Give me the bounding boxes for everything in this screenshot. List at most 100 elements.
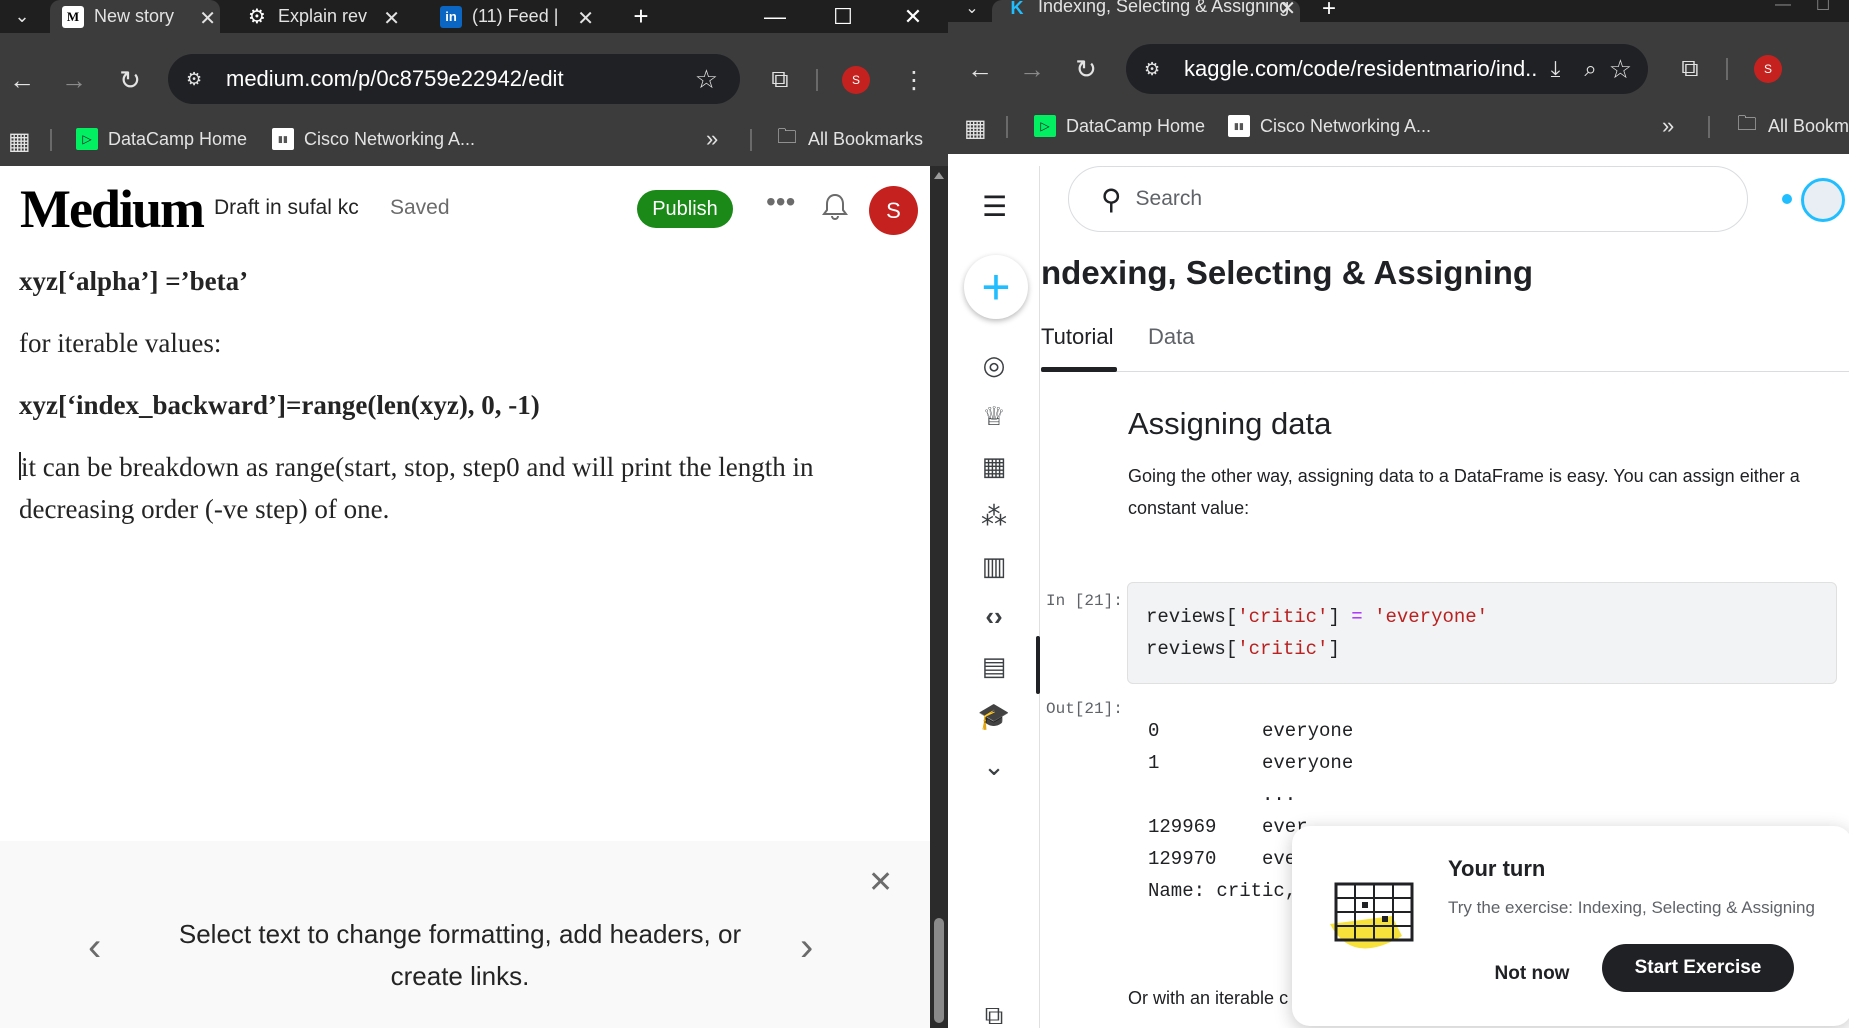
create-plus-icon[interactable]: + xyxy=(964,255,1028,319)
story-paragraph[interactable]: for iterable values: xyxy=(19,328,221,359)
search-placeholder: Search xyxy=(1135,187,1203,210)
datacamp-icon: ▷ xyxy=(1034,115,1056,137)
scroll-up-arrow-icon[interactable] xyxy=(934,172,944,179)
bookmark-label: Cisco Networking A... xyxy=(1260,115,1432,136)
all-bookmarks[interactable]: 🗀 All Bookm xyxy=(1736,113,1849,137)
close-hint-icon[interactable]: ✕ xyxy=(868,865,893,900)
menu-kebab-icon[interactable]: ⋮ xyxy=(896,62,932,98)
all-bookmarks[interactable]: 🗀 All Bookmarks xyxy=(776,126,923,150)
notifications-bell-icon[interactable] xyxy=(822,192,848,225)
new-tab-icon[interactable]: + xyxy=(1304,0,1354,22)
story-paragraph-with-cursor[interactable]: it can be breakdown as range(start, stop… xyxy=(19,446,909,530)
following-paragraph: Or with an iterable c xyxy=(1128,988,1289,1008)
more-bookmarks-icon[interactable]: » xyxy=(706,126,718,152)
code-icon[interactable]: ‹› xyxy=(974,596,1014,636)
install-app-icon[interactable]: ⤓ xyxy=(1551,56,1561,82)
bookmark-cisco[interactable]: ▮▮ Cisco Networking A... xyxy=(272,128,475,150)
profile-avatar[interactable]: S xyxy=(842,66,870,94)
profile-avatar[interactable]: S xyxy=(1754,55,1782,83)
apps-grid-icon[interactable]: ▦ xyxy=(964,114,987,143)
close-tab-icon[interactable]: ✕ xyxy=(383,6,400,31)
tab-tutorial[interactable]: Tutorial xyxy=(1041,324,1114,350)
linkedin-icon: in xyxy=(440,5,462,28)
browser-window-right: ⌄ K Indexing, Selecting & Assigning ✕ + … xyxy=(948,0,1849,1028)
bookmarks-bar: ▦ ▷ DataCamp Home ▮▮ Cisco Networking A.… xyxy=(948,102,1849,154)
tab-label: Indexing, Selecting & Assigning xyxy=(1038,0,1290,16)
new-tab-icon[interactable]: + xyxy=(616,0,666,33)
expand-more-icon[interactable]: ⌄ xyxy=(974,746,1014,786)
user-avatar[interactable]: S xyxy=(869,186,918,235)
back-icon[interactable]: ← xyxy=(4,62,40,98)
close-tab-icon[interactable]: ✕ xyxy=(1279,0,1296,21)
address-toolbar: ← → ↻ ⚙ medium.com/p/0c8759e22942/edit ☆… xyxy=(0,33,948,127)
close-tab-icon[interactable]: ✕ xyxy=(199,6,216,31)
next-hint-icon[interactable]: › xyxy=(800,925,813,970)
apps-grid-icon[interactable]: ▦ xyxy=(8,127,31,156)
compass-icon[interactable]: ◎ xyxy=(974,345,1014,385)
leaderboard-chart-icon[interactable]: ▥ xyxy=(974,546,1014,586)
story-paragraph-text[interactable]: it can be breakdown as range(start, stop… xyxy=(19,452,814,524)
start-exercise-button[interactable]: Start Exercise xyxy=(1602,944,1794,992)
bookmark-star-icon[interactable]: ☆ xyxy=(1609,54,1632,85)
not-now-button[interactable]: Not now xyxy=(1482,950,1582,998)
bookmark-datacamp[interactable]: ▷ DataCamp Home xyxy=(76,128,247,150)
publish-button[interactable]: Publish xyxy=(637,190,733,228)
page-scrollbar[interactable] xyxy=(930,166,948,1028)
code-cell[interactable]: reviews['critic'] = 'everyone' reviews['… xyxy=(1127,582,1837,684)
reload-icon[interactable]: ↻ xyxy=(1068,51,1104,87)
maximize-icon[interactable]: ☐ xyxy=(1798,0,1848,14)
trophy-icon[interactable]: ♕ xyxy=(974,396,1014,436)
copy-icon[interactable]: ⧉ xyxy=(974,996,1014,1028)
maximize-icon[interactable]: ☐ xyxy=(818,0,868,33)
input-prompt: In [21]: xyxy=(1046,592,1123,610)
datasets-table-icon[interactable]: ▦ xyxy=(974,446,1014,486)
cisco-icon: ▮▮ xyxy=(1228,115,1250,137)
tab-strip: ⌄ M New story ✕ ⚙ Explain rev ✕ in (11) … xyxy=(0,0,948,33)
divider xyxy=(1708,116,1710,138)
bookmark-datacamp[interactable]: ▷ DataCamp Home xyxy=(1034,115,1205,137)
back-icon[interactable]: ← xyxy=(962,51,998,87)
address-bar[interactable]: ⚙ kaggle.com/code/residentmario/ind... ⤓… xyxy=(1126,44,1648,94)
hamburger-menu-icon[interactable]: ☰ xyxy=(982,190,1007,223)
site-settings-icon[interactable]: ⚙ xyxy=(186,69,210,89)
medium-favicon-icon: M xyxy=(62,5,84,28)
bookmark-star-icon[interactable]: ☆ xyxy=(695,64,718,95)
exercise-grid-illustration xyxy=(1322,876,1422,971)
more-bookmarks-icon[interactable]: » xyxy=(1662,113,1674,139)
bookmark-cisco[interactable]: ▮▮ Cisco Networking A... xyxy=(1228,115,1431,137)
section-paragraph: Going the other way, assigning data to a… xyxy=(1128,466,1800,518)
search-icon: ⚲ xyxy=(1101,183,1122,215)
previous-hint-icon[interactable]: ‹ xyxy=(88,925,101,970)
extensions-icon[interactable]: ⧉ xyxy=(1672,51,1708,87)
kaggle-search-bar[interactable]: ⚲ Search xyxy=(1068,166,1748,232)
tab-new-story[interactable]: M New story ✕ xyxy=(50,0,220,33)
url-text[interactable]: kaggle.com/code/residentmario/ind... xyxy=(1184,56,1539,82)
close-tab-icon[interactable]: ✕ xyxy=(577,6,594,31)
forward-icon[interactable]: → xyxy=(1014,51,1050,87)
zoom-icon[interactable]: ⌕ xyxy=(1584,56,1596,82)
tab-linkedin[interactable]: in (11) Feed | ✕ xyxy=(440,0,598,33)
medium-logo[interactable]: Medium xyxy=(20,178,205,240)
more-options-icon[interactable]: ••• xyxy=(766,186,795,218)
scroll-thumb[interactable] xyxy=(934,918,944,1023)
draft-owner: Draft in sufal kc xyxy=(214,196,359,219)
extensions-icon[interactable]: ⧉ xyxy=(762,62,798,98)
story-paragraph[interactable]: xyz[‘index_backward’]=range(len(xyz), 0,… xyxy=(19,390,540,421)
address-bar[interactable]: ⚙ medium.com/p/0c8759e22942/edit ☆ xyxy=(168,54,740,104)
tab-data[interactable]: Data xyxy=(1148,324,1194,350)
user-avatar[interactable] xyxy=(1801,178,1845,222)
site-settings-icon[interactable]: ⚙ xyxy=(1144,59,1168,79)
story-paragraph[interactable]: xyz[‘alpha’] =’beta’ xyxy=(19,266,248,297)
close-window-icon[interactable]: ✕ xyxy=(888,0,938,33)
models-icon[interactable]: ⁂ xyxy=(974,496,1014,536)
tab-search-icon[interactable]: ⌄ xyxy=(4,0,40,34)
tab-kaggle[interactable]: K Indexing, Selecting & Assigning ✕ xyxy=(992,0,1300,22)
url-text[interactable]: medium.com/p/0c8759e22942/edit xyxy=(226,66,695,92)
forward-icon[interactable]: → xyxy=(56,62,92,98)
discussion-icon[interactable]: ▤ xyxy=(974,646,1014,686)
reload-icon[interactable]: ↻ xyxy=(112,62,148,98)
active-nav-indicator xyxy=(1036,636,1040,694)
learn-cap-icon[interactable]: 🎓 xyxy=(974,696,1014,736)
tab-explain[interactable]: ⚙ Explain rev ✕ xyxy=(246,0,404,33)
minimize-icon[interactable]: — xyxy=(750,0,800,33)
